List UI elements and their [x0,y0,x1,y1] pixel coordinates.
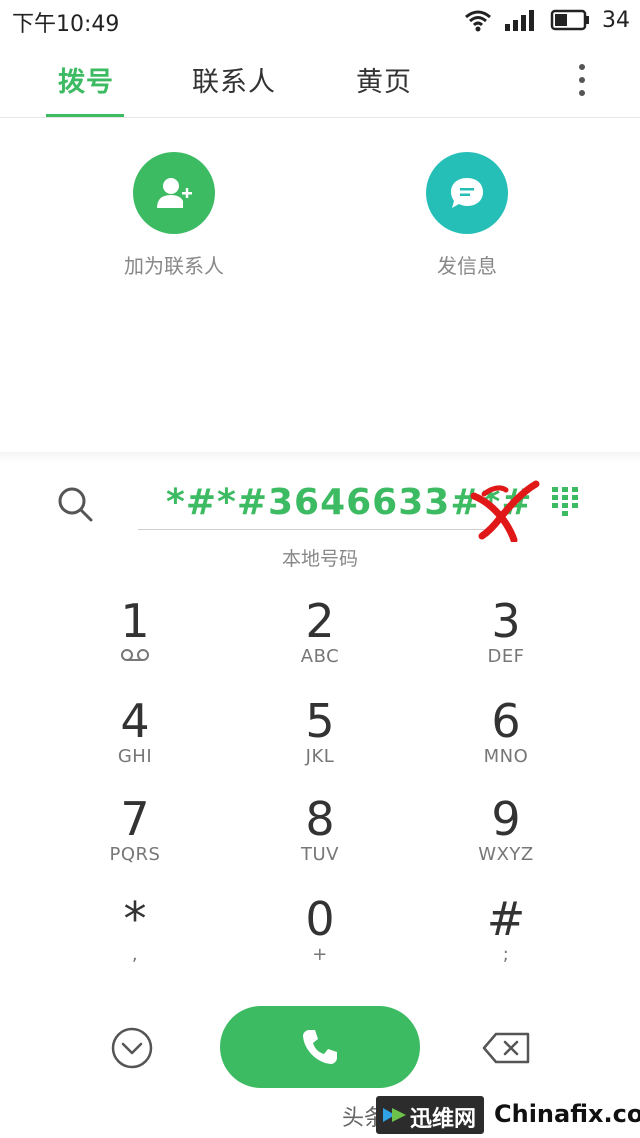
more-menu-icon[interactable] [570,60,594,100]
message-icon [426,152,508,234]
battery-icon [550,9,589,31]
key-5[interactable]: 5 JKL [245,696,395,786]
add-contact-icon [133,152,215,234]
tab-yellow-pages[interactable]: 黄页 [356,60,412,99]
key-7[interactable]: 7 PQRS [60,794,210,884]
watermark: 头条 迅维网 Chinafix.com [340,1094,640,1138]
key-digit: * [123,892,147,946]
key-digit: 5 [305,694,335,748]
status-icons: 34 [464,6,630,34]
key-0[interactable]: 0 + [245,894,395,984]
key-letters: + [312,944,328,965]
signal-icon [505,10,534,31]
watermark-site-text: Chinafix.com [494,1100,640,1128]
tab-dial[interactable]: 拨号 [58,60,114,99]
key-4[interactable]: 4 GHI [60,696,210,786]
key-digit: 7 [120,792,150,846]
key-2[interactable]: 2 ABC [245,596,395,686]
key-letters: GHI [117,746,153,767]
search-icon[interactable] [55,484,95,524]
key-6[interactable]: 6 MNO [431,696,581,786]
watermark-site: Chinafix.com [490,1096,640,1134]
key-letters: , [131,944,139,965]
key-letters: DEF [487,646,525,667]
key-digit: 0 [305,892,335,946]
status-bar: 下午10:49 34 [0,0,640,40]
add-contact-label: 加为联系人 [124,254,224,278]
wifi-icon [465,10,491,32]
key-digit: 1 [120,594,150,648]
watermark-arrow-icon [383,1108,406,1122]
tab-indicator [46,114,124,117]
collapse-keypad-icon[interactable] [110,1026,154,1070]
phone-icon [303,1030,337,1064]
key-letters: PQRS [109,844,161,865]
red-x-annotation [470,480,540,542]
tab-contacts[interactable]: 联系人 [192,60,276,99]
key-digit: 9 [491,792,521,846]
local-number-hint: 本地号码 [281,548,358,570]
watermark-logo-text: 迅维网 [410,1107,477,1132]
dialpad-divider [0,452,640,462]
keypad-grid-icon[interactable] [550,486,582,520]
watermark-logo: 迅维网 [376,1096,484,1134]
battery-level: 34 [602,7,630,33]
key-letters: ABC [300,646,340,667]
key-letters: JKL [305,746,335,767]
send-message-label: 发信息 [437,254,497,278]
key-8[interactable]: 8 TUV [245,794,395,884]
key-letters: ; [502,944,510,965]
key-hash[interactable]: # ; [431,894,581,984]
key-digit: 6 [491,694,521,748]
key-letters: MNO [483,746,529,767]
backspace-icon[interactable] [482,1030,532,1066]
send-message-button[interactable]: 发信息 [377,152,557,279]
key-letters: WXYZ [478,844,534,865]
key-star[interactable]: * , [60,894,210,984]
key-digit: # [486,892,526,946]
add-contact-button[interactable]: 加为联系人 [84,152,264,279]
tab-bar: 拨号 联系人 黄页 [0,44,640,118]
key-letters: TUV [301,844,339,865]
key-9[interactable]: 9 WXYZ [431,794,581,884]
key-1[interactable]: 1 [60,596,210,686]
number-input[interactable]: *#*#3646633#*# [138,478,531,530]
key-digit: 3 [491,594,521,648]
call-button[interactable] [220,1006,420,1088]
voicemail-icon [121,649,149,661]
key-digit: 4 [120,694,150,748]
key-digit: 2 [305,594,335,648]
status-time: 下午10:49 [12,12,120,37]
key-digit: 8 [305,792,335,846]
key-3[interactable]: 3 DEF [431,596,581,686]
